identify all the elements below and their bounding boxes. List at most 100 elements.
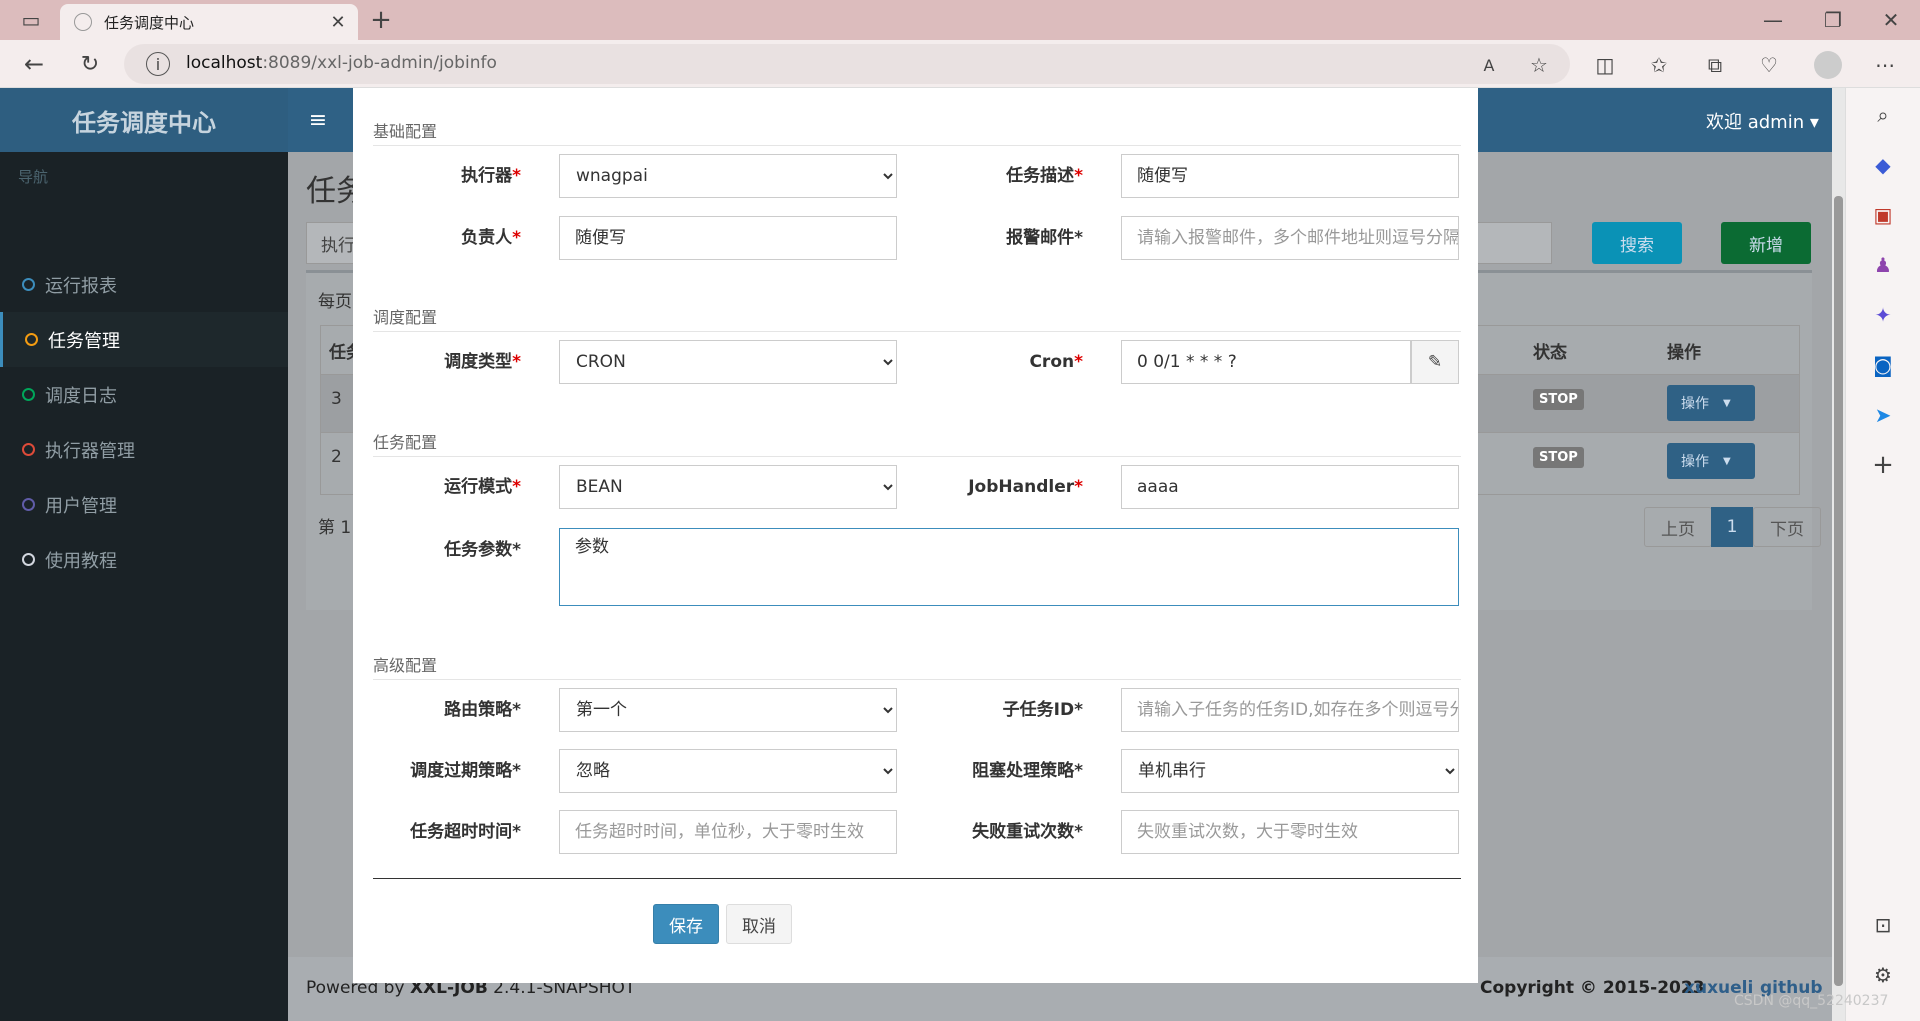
sidebar-item-3[interactable]: 执行器管理 bbox=[0, 422, 288, 477]
favorite-star-icon[interactable]: ☆ bbox=[1526, 52, 1552, 78]
add-button[interactable]: 新增 bbox=[1721, 222, 1811, 264]
owner-label: 负责人* bbox=[461, 228, 521, 248]
shopping-tag-icon[interactable]: ◆ bbox=[1868, 150, 1898, 180]
executor-label: 执行器* bbox=[461, 166, 521, 186]
route-label: 路由策略* bbox=[444, 700, 521, 720]
params-textarea[interactable]: 参数 bbox=[559, 528, 1459, 606]
next-page-button[interactable]: 下页 bbox=[1753, 507, 1821, 547]
send-icon[interactable]: ➤ bbox=[1868, 400, 1898, 430]
split-screen-icon[interactable]: ◫ bbox=[1590, 50, 1620, 80]
child-id-input[interactable]: 请输入子任务的任务ID,如存在多个则逗号分隔 bbox=[1121, 688, 1459, 732]
retry-input[interactable]: 失败重试次数，大于零时生效 bbox=[1121, 810, 1459, 854]
refresh-icon[interactable]: ↻ bbox=[74, 48, 106, 80]
status-badge: STOP bbox=[1533, 447, 1584, 468]
sidebar-item-label: 使用教程 bbox=[45, 550, 117, 572]
row-id: 3 bbox=[331, 389, 342, 409]
url-host: localhost bbox=[186, 53, 263, 73]
restore-icon[interactable]: ❐ bbox=[1816, 6, 1850, 34]
run-mode-label: 运行模式* bbox=[444, 477, 521, 497]
sched-type-label: 调度类型* bbox=[444, 352, 521, 372]
handler-input[interactable]: aaaa bbox=[1121, 465, 1459, 509]
tab-favicon-icon bbox=[74, 13, 92, 31]
url-path: :8089/xxl-job-admin/jobinfo bbox=[262, 53, 497, 73]
sidebar-item-4[interactable]: 用户管理 bbox=[0, 477, 288, 532]
read-aloud-icon[interactable]: A bbox=[1476, 52, 1502, 78]
tab-close-icon[interactable]: ✕ bbox=[326, 10, 350, 34]
close-window-icon[interactable]: ✕ bbox=[1874, 6, 1908, 34]
desc-input[interactable]: 随便写 bbox=[1121, 154, 1459, 198]
sidebar-item-2[interactable]: 调度日志 bbox=[0, 367, 288, 422]
minimize-icon[interactable]: — bbox=[1756, 6, 1790, 34]
desc-label: 任务描述* bbox=[1006, 166, 1083, 186]
performance-icon[interactable]: ♡ bbox=[1754, 50, 1784, 80]
copilot-icon[interactable]: ✦ bbox=[1868, 300, 1898, 330]
sidebar-item-1[interactable]: 任务管理 bbox=[0, 312, 288, 367]
cancel-button[interactable]: 取消 bbox=[726, 904, 792, 944]
sidebar-item-label: 执行器管理 bbox=[45, 440, 135, 462]
row-id: 2 bbox=[331, 447, 342, 467]
chevron-down-icon: ▼ bbox=[1723, 455, 1731, 467]
edge-sidebar: ⌕ ◆ ▣ ♟ ✦ ◙ ➤ + ⊡ ⚙ bbox=[1845, 88, 1920, 1021]
job-edit-modal: 基础配置 执行器* wnagpai 任务描述* 随便写 负责人* 随便写 报警邮… bbox=[353, 88, 1478, 983]
browser-tab[interactable]: 任务调度中心 ✕ bbox=[60, 4, 358, 40]
app-logo[interactable]: 任务调度中心 bbox=[0, 88, 288, 152]
more-menu-icon[interactable]: ⋯ bbox=[1870, 50, 1900, 80]
collections-icon[interactable]: ⧉ bbox=[1700, 50, 1730, 80]
back-icon[interactable]: ← bbox=[18, 48, 50, 80]
page-scrollbar[interactable] bbox=[1832, 88, 1845, 1021]
status-badge: STOP bbox=[1533, 389, 1584, 410]
ops-label: 操作 bbox=[1681, 396, 1709, 412]
sidebar: 任务调度中心 导航 运行报表 任务管理调度日志执行器管理用户管理使用教程 bbox=[0, 88, 288, 1021]
section-basic: 基础配置 bbox=[373, 118, 1461, 146]
sidebar-item-label: 调度日志 bbox=[45, 385, 117, 407]
block-select[interactable]: 单机串行 bbox=[1121, 749, 1459, 793]
welcome-menu[interactable]: 欢迎 admin ▾ bbox=[1706, 108, 1819, 134]
section-advanced: 高级配置 bbox=[373, 652, 1461, 680]
email-input[interactable]: 请输入报警邮件，多个邮件地址则逗号分隔 bbox=[1121, 216, 1459, 260]
email-label: 报警邮件* bbox=[1006, 228, 1083, 248]
circle-icon bbox=[22, 553, 35, 566]
table-header-ops: 操作 bbox=[1667, 343, 1701, 363]
new-tab-icon[interactable]: + bbox=[366, 5, 396, 35]
ops-dropdown-button[interactable]: 操作 ▼ bbox=[1667, 443, 1755, 479]
page-1-button[interactable]: 1 bbox=[1711, 507, 1753, 547]
circle-icon bbox=[22, 278, 35, 291]
menu-toggle-icon[interactable]: ≡ bbox=[302, 104, 334, 136]
sidebar-item-0[interactable]: 运行报表 bbox=[0, 257, 288, 312]
scrollbar-thumb[interactable] bbox=[1834, 196, 1843, 986]
search-button[interactable]: 搜索 bbox=[1592, 222, 1682, 264]
handler-label: JobHandler* bbox=[968, 477, 1083, 497]
url-field[interactable]: i localhost:8089/xxl-job-admin/jobinfo A… bbox=[124, 44, 1570, 84]
add-sidebar-icon[interactable]: + bbox=[1868, 450, 1898, 480]
nav-header: 导航 bbox=[18, 168, 49, 186]
per-page-label: 每页 bbox=[318, 292, 352, 312]
settings-gear-icon[interactable]: ⚙ bbox=[1868, 960, 1898, 990]
profile-avatar[interactable] bbox=[1814, 51, 1842, 79]
games-icon[interactable]: ♟ bbox=[1868, 250, 1898, 280]
params-label: 任务参数* bbox=[444, 540, 521, 560]
timeout-label: 任务超时时间* bbox=[410, 822, 521, 842]
retry-label: 失败重试次数* bbox=[972, 822, 1083, 842]
footer-copyright: Copyright © 2015-2023 bbox=[1480, 978, 1705, 998]
site-info-icon[interactable]: i bbox=[146, 52, 170, 76]
save-button[interactable]: 保存 bbox=[653, 904, 719, 944]
outlook-icon[interactable]: ◙ bbox=[1868, 350, 1898, 380]
screenshot-icon[interactable]: ⊡ bbox=[1868, 910, 1898, 940]
circle-icon bbox=[22, 498, 35, 511]
ops-dropdown-button[interactable]: 操作 ▼ bbox=[1667, 385, 1755, 421]
child-label: 子任务ID* bbox=[1002, 700, 1083, 720]
tab-title: 任务调度中心 bbox=[104, 14, 195, 32]
circle-icon bbox=[22, 388, 35, 401]
tab-actions-icon[interactable]: ▭ bbox=[14, 6, 48, 34]
watermark: CSDN @qq_52240237 bbox=[1734, 993, 1889, 1009]
section-schedule: 调度配置 bbox=[373, 304, 1461, 332]
chevron-down-icon: ▼ bbox=[1723, 397, 1731, 409]
tools-icon[interactable]: ▣ bbox=[1868, 200, 1898, 230]
cron-input[interactable]: 0 0/1 * * * ? bbox=[1121, 340, 1411, 384]
prev-page-button[interactable]: 上页 bbox=[1644, 507, 1712, 547]
search-icon[interactable]: ⌕ bbox=[1868, 100, 1898, 130]
edit-cron-icon[interactable]: ✎ bbox=[1411, 340, 1459, 384]
sidebar-item-5[interactable]: 使用教程 bbox=[0, 532, 288, 587]
section-task: 任务配置 bbox=[373, 429, 1461, 457]
favorites-icon[interactable]: ✩ bbox=[1644, 50, 1674, 80]
